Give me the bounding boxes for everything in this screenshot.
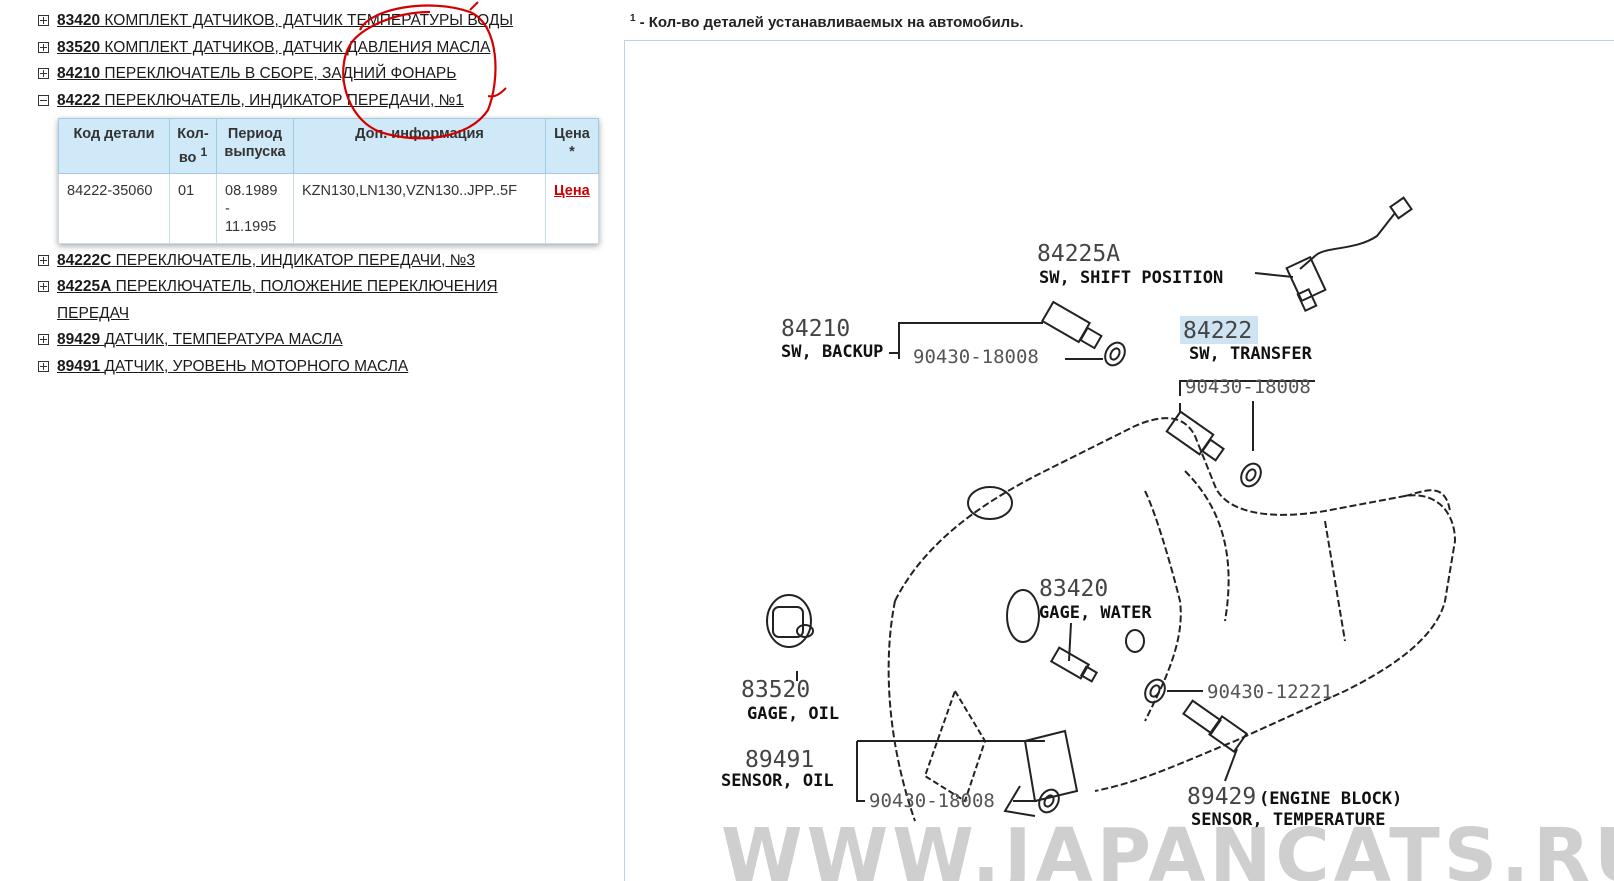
expand-plus-icon[interactable] — [38, 334, 49, 346]
tree-item-link[interactable]: 89429 ДАТЧИК, ТЕМПЕРАТУРА МАСЛА — [57, 327, 343, 354]
qty-footnote: 1- Кол-во деталей устанавливаемых на авт… — [630, 13, 1024, 31]
callout-83420-number: 83420 — [1039, 576, 1108, 602]
tree-item-link[interactable]: 84210 ПЕРЕКЛЮЧАТЕЛЬ В СБОРЕ, ЗАДНИЙ ФОНА… — [57, 61, 456, 88]
expand-plus-icon[interactable] — [38, 281, 49, 293]
tree-item-link[interactable]: 84222C ПЕРЕКЛЮЧАТЕЛЬ, ИНДИКАТОР ПЕРЕДАЧИ… — [57, 248, 475, 275]
callout-89429-number: 89429 — [1187, 784, 1256, 810]
cell-period: 08.1989 - 11.1995 — [216, 172, 294, 244]
gasket-drawing — [1144, 678, 1166, 704]
callout-84225a-label: SW, SHIFT POSITION — [1039, 268, 1223, 288]
cell-price: Цена — [545, 172, 599, 244]
parts-table: Код детали Кол-во 1 Период выпуска Доп. … — [58, 118, 599, 244]
col-header-price: Цена * — [545, 118, 599, 174]
tree-item-link[interactable]: 89491 ДАТЧИК, УРОВЕНЬ МОТОРНОГО МАСЛА — [57, 354, 408, 381]
callout-89491-number: 89491 — [745, 747, 814, 773]
tree-item-89429[interactable]: 89429 ДАТЧИК, ТЕМПЕРАТУРА МАСЛА — [36, 327, 616, 354]
callout-83520-label: GAGE, OIL — [747, 704, 839, 724]
col-header-info: Доп. информация — [293, 118, 546, 174]
col-header-period: Период выпуска — [216, 118, 294, 174]
part-83520-drawing — [766, 594, 814, 681]
expand-plus-icon[interactable] — [38, 68, 49, 79]
callout-84222-number: 84222 — [1183, 318, 1252, 344]
callout-84210-label: SW, BACKUP — [781, 342, 883, 362]
engine-details — [923, 486, 1145, 817]
cell-qty: 01 — [169, 172, 217, 244]
expand-plus-icon[interactable] — [38, 254, 49, 266]
diagram-svg: 84225A SW, SHIFT POSITION 84210 SW, BACK… — [721, 196, 1614, 881]
part-84225a-drawing — [1285, 196, 1413, 313]
callout-84225a-number: 84225A — [1037, 241, 1120, 267]
callout-89429-note: (ENGINE BLOCK) — [1259, 789, 1402, 809]
callout-84210-number: 84210 — [781, 316, 850, 342]
callout-84222-ref: 90430-18008 — [1185, 376, 1311, 398]
table-row: 84222-35060 01 08.1989 - 11.1995 KZN130,… — [58, 172, 599, 244]
tree-item-83520[interactable]: 83520 КОМПЛЕКТ ДАТЧИКОВ, ДАТЧИК ДАВЛЕНИЯ… — [36, 35, 616, 62]
part-84222-drawing — [1165, 410, 1262, 488]
price-link[interactable]: Цена — [554, 183, 590, 199]
cell-part-code: 84222-35060 — [58, 172, 170, 244]
tree-item-link[interactable]: 83520 КОМПЛЕКТ ДАТЧИКОВ, ДАТЧИК ДАВЛЕНИЯ… — [57, 35, 490, 62]
tree-item-link[interactable]: 83420 КОМПЛЕКТ ДАТЧИКОВ, ДАТЧИК ТЕМПЕРАТ… — [57, 8, 513, 35]
callout-84210-ref: 90430-18008 — [913, 346, 1039, 368]
parts-diagram: 84225A SW, SHIFT POSITION 84210 SW, BACK… — [624, 40, 1614, 881]
tree-item-84222[interactable]: 84222 ПЕРЕКЛЮЧАТЕЛЬ, ИНДИКАТОР ПЕРЕДАЧИ,… — [36, 88, 616, 115]
table-header-row: Код детали Кол-во 1 Период выпуска Доп. … — [58, 118, 599, 174]
callout-90430-bottom: 90430-18008 — [869, 790, 995, 812]
tree-item-link[interactable]: 84222 ПЕРЕКЛЮЧАТЕЛЬ, ИНДИКАТОР ПЕРЕДАЧИ,… — [57, 88, 464, 115]
tree-item-84225a[interactable]: 84225A ПЕРЕКЛЮЧАТЕЛЬ, ПОЛОЖЕНИЕ ПЕРЕКЛЮЧ… — [36, 274, 616, 327]
expand-plus-icon[interactable] — [38, 15, 49, 26]
col-header-code: Код детали — [58, 118, 170, 174]
tree-item-link[interactable]: 84225A ПЕРЕКЛЮЧАТЕЛЬ, ПОЛОЖЕНИЕ ПЕРЕКЛЮЧ… — [57, 274, 527, 327]
col-header-qty: Кол-во 1 — [169, 118, 217, 174]
parts-table-panel: Код детали Кол-во 1 Период выпуска Доп. … — [58, 118, 599, 244]
collapse-minus-icon[interactable] — [38, 94, 49, 106]
expand-plus-icon[interactable] — [38, 41, 49, 53]
callout-90430-12221: 90430-12221 — [1207, 681, 1333, 703]
tree-item-83420[interactable]: 83420 КОМПЛЕКТ ДАТЧИКОВ, ДАТЧИК ТЕМПЕРАТ… — [36, 8, 616, 35]
callout-89491-label: SENSOR, OIL — [721, 771, 834, 791]
engine-outline — [887, 417, 1457, 822]
tree-item-84222c[interactable]: 84222C ПЕРЕКЛЮЧАТЕЛЬ, ИНДИКАТОР ПЕРЕДАЧИ… — [36, 248, 616, 275]
expand-plus-icon[interactable] — [38, 360, 49, 372]
tree-item-84210[interactable]: 84210 ПЕРЕКЛЮЧАТЕЛЬ В СБОРЕ, ЗАДНИЙ ФОНА… — [36, 61, 616, 88]
callout-83520-number: 83520 — [741, 677, 810, 703]
callout-84222-label: SW, TRANSFER — [1189, 344, 1313, 364]
cell-info: KZN130,LN130,VZN130..JPP..5F — [293, 172, 546, 244]
part-83420-drawing — [1049, 646, 1099, 683]
parts-tree: 83420 КОМПЛЕКТ ДАТЧИКОВ, ДАТЧИК ТЕМПЕРАТ… — [36, 8, 616, 380]
bottom-gasket-drawing — [1038, 788, 1060, 814]
callout-83420-label: GAGE, WATER — [1039, 603, 1152, 623]
leader-line — [1254, 272, 1294, 278]
watermark-text: WWW.JAPANCATS.RU — [721, 813, 1614, 881]
leader-line — [856, 741, 865, 802]
tree-item-89491[interactable]: 89491 ДАТЧИК, УРОВЕНЬ МОТОРНОГО МАСЛА — [36, 354, 616, 381]
